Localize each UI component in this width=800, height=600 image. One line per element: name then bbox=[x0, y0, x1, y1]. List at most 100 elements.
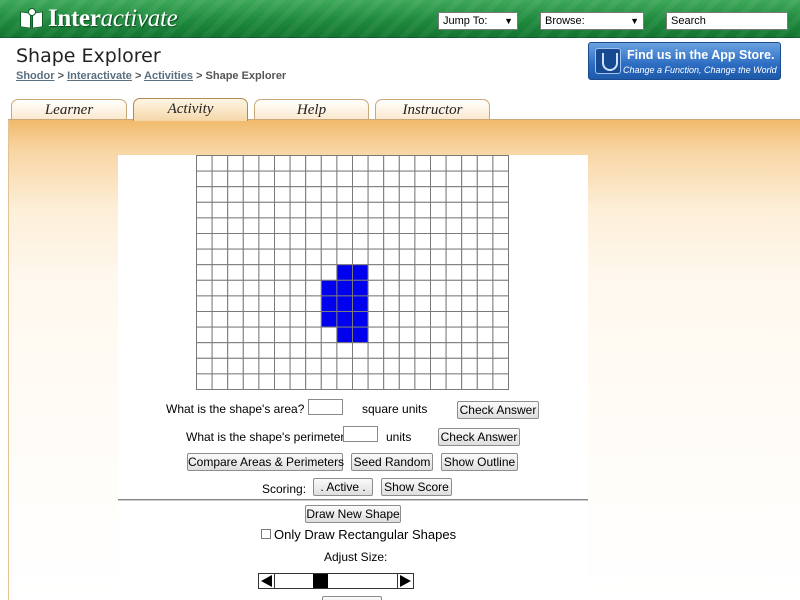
grid-cell[interactable] bbox=[336, 357, 353, 375]
grid-cell[interactable] bbox=[414, 373, 431, 390]
grid-cell[interactable] bbox=[492, 295, 509, 312]
grid-cell[interactable] bbox=[383, 264, 400, 281]
grid-cell[interactable] bbox=[476, 217, 494, 235]
tab-activity[interactable]: Activity bbox=[133, 98, 248, 121]
grid-cell[interactable] bbox=[227, 357, 244, 375]
grid-cell[interactable] bbox=[227, 217, 244, 235]
check-perimeter-answer-button[interactable]: Check Answer bbox=[438, 428, 520, 446]
grid-cell[interactable] bbox=[289, 217, 307, 235]
grid-cell[interactable] bbox=[196, 248, 213, 266]
grid-cell[interactable] bbox=[320, 357, 338, 375]
grid-cell[interactable] bbox=[196, 279, 213, 297]
grid-cell[interactable] bbox=[242, 233, 260, 250]
grid-cell[interactable] bbox=[383, 311, 400, 328]
grid-cell[interactable] bbox=[305, 170, 322, 188]
grid-cell[interactable] bbox=[476, 248, 494, 266]
grid-cell[interactable] bbox=[492, 373, 509, 390]
grid-cell[interactable] bbox=[352, 248, 369, 266]
grid-cell[interactable] bbox=[461, 186, 478, 203]
grid-cell[interactable] bbox=[196, 155, 213, 172]
grid-cell[interactable] bbox=[211, 217, 229, 235]
grid-cell[interactable] bbox=[383, 186, 400, 203]
grid-cell[interactable] bbox=[227, 201, 244, 219]
tab-instructor[interactable]: Instructor bbox=[375, 99, 490, 120]
grid-cell[interactable] bbox=[320, 248, 338, 266]
grid-cell[interactable] bbox=[461, 217, 478, 235]
grid-cell[interactable] bbox=[492, 170, 509, 188]
grid-cell[interactable] bbox=[258, 326, 276, 344]
grid-cell[interactable] bbox=[196, 186, 213, 203]
grid-cell[interactable] bbox=[398, 201, 416, 219]
grid-cell-filled[interactable] bbox=[336, 326, 353, 344]
grid-cell[interactable] bbox=[476, 201, 494, 219]
grid-cell[interactable] bbox=[336, 170, 353, 188]
grid-cell[interactable] bbox=[367, 373, 385, 390]
grid-cell[interactable] bbox=[242, 311, 260, 328]
grid-cell[interactable] bbox=[476, 186, 494, 203]
grid-cell[interactable] bbox=[352, 342, 369, 359]
grid-cell[interactable] bbox=[445, 311, 463, 328]
draw-new-shape-button[interactable]: Draw New Shape bbox=[305, 505, 401, 523]
grid-cell[interactable] bbox=[289, 233, 307, 250]
grid-cell[interactable] bbox=[414, 233, 431, 250]
grid-cell[interactable] bbox=[227, 311, 244, 328]
grid-cell[interactable] bbox=[274, 373, 291, 390]
grid-cell[interactable] bbox=[445, 217, 463, 235]
grid-cell[interactable] bbox=[274, 264, 291, 281]
grid-cell[interactable] bbox=[461, 342, 478, 359]
grid-cell[interactable] bbox=[383, 248, 400, 266]
grid-cell[interactable] bbox=[430, 311, 447, 328]
grid-cell[interactable] bbox=[196, 233, 213, 250]
grid-cell[interactable] bbox=[211, 248, 229, 266]
grid-cell[interactable] bbox=[492, 357, 509, 375]
grid-cell[interactable] bbox=[430, 373, 447, 390]
breadcrumb-interactivate[interactable]: Interactivate bbox=[67, 70, 132, 82]
grid-cell[interactable] bbox=[274, 311, 291, 328]
grid-cell-filled[interactable] bbox=[352, 326, 369, 344]
grid-cell[interactable] bbox=[430, 279, 447, 297]
grid-cell[interactable] bbox=[289, 326, 307, 344]
grid-cell[interactable] bbox=[383, 170, 400, 188]
grid-cell[interactable] bbox=[476, 295, 494, 312]
grid-cell[interactable] bbox=[430, 357, 447, 375]
app-store-banner[interactable]: Find us in the App Store. Change a Funct… bbox=[588, 42, 781, 80]
grid-cell[interactable] bbox=[227, 342, 244, 359]
grid-cell[interactable] bbox=[211, 342, 229, 359]
grid-cell[interactable] bbox=[274, 186, 291, 203]
grid-cell[interactable] bbox=[414, 201, 431, 219]
grid-cell[interactable] bbox=[274, 233, 291, 250]
grid-cell[interactable] bbox=[211, 326, 229, 344]
grid-cell[interactable] bbox=[274, 279, 291, 297]
grid-cell[interactable] bbox=[461, 201, 478, 219]
grid-cell-filled[interactable] bbox=[336, 279, 353, 297]
grid-cell[interactable] bbox=[492, 233, 509, 250]
grid-cell[interactable] bbox=[196, 373, 213, 390]
grid-cell[interactable] bbox=[461, 248, 478, 266]
grid-cell[interactable] bbox=[352, 201, 369, 219]
grid-cell[interactable] bbox=[430, 170, 447, 188]
grid-cell[interactable] bbox=[305, 357, 322, 375]
grid-cell[interactable] bbox=[258, 170, 276, 188]
grid-cell[interactable] bbox=[445, 248, 463, 266]
grid-cell[interactable] bbox=[445, 373, 463, 390]
grid-cell[interactable] bbox=[492, 248, 509, 266]
grid-cell[interactable] bbox=[414, 279, 431, 297]
grid-cell[interactable] bbox=[461, 233, 478, 250]
grid-cell[interactable] bbox=[461, 326, 478, 344]
grid-cell[interactable] bbox=[196, 264, 213, 281]
grid-cell[interactable] bbox=[274, 201, 291, 219]
grid-cell-filled[interactable] bbox=[352, 295, 369, 312]
grid-cell[interactable] bbox=[445, 357, 463, 375]
grid-cell[interactable] bbox=[336, 233, 353, 250]
grid-cell[interactable] bbox=[258, 217, 276, 235]
grid-cell[interactable] bbox=[476, 264, 494, 281]
grid-cell[interactable] bbox=[320, 342, 338, 359]
grid-cell[interactable] bbox=[211, 357, 229, 375]
check-area-answer-button[interactable]: Check Answer bbox=[457, 401, 539, 419]
grid-cell[interactable] bbox=[320, 326, 338, 344]
grid-cell[interactable] bbox=[476, 311, 494, 328]
grid-cell[interactable] bbox=[227, 326, 244, 344]
grid-cell[interactable] bbox=[398, 326, 416, 344]
grid-cell[interactable] bbox=[196, 170, 213, 188]
grid-cell[interactable] bbox=[461, 357, 478, 375]
